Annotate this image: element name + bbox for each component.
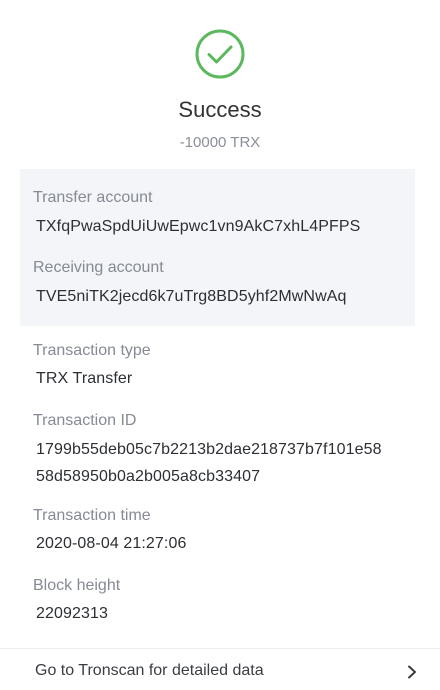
transaction-amount: -10000 TRX [179, 134, 261, 151]
transaction-type-label: Transaction type [33, 342, 151, 359]
transfer-account-label: Transfer account [33, 189, 153, 206]
transaction-time-label: Transaction time [33, 507, 151, 524]
tronscan-link[interactable]: Go to Tronscan for detailed data [0, 649, 440, 690]
transaction-time-value: 2020-08-04 21:27:06 [36, 535, 187, 552]
transaction-id-line-1: 1799b55deb05c7b2213b2dae218737b7f101e58 [36, 441, 382, 458]
chevron-right-icon [408, 665, 416, 679]
transaction-type-value: TRX Transfer [36, 370, 133, 387]
receiving-account-value: TVE5niTK2jecd6k7uTrg8BD5yhf2MwNwAq [36, 288, 347, 305]
transaction-id-line-2: 58d58950b0a2b005a8cb33407 [36, 468, 261, 485]
block-height-label: Block height [33, 577, 121, 594]
tronscan-link-label: Go to Tronscan for detailed data [35, 662, 264, 679]
receiving-account-label: Receiving account [33, 259, 164, 276]
transaction-id-label: Transaction ID [33, 412, 137, 429]
transaction-detail-page: Success -10000 TRX Transfer account TXfq… [0, 0, 440, 690]
transfer-account-value: TXfqPwaSpdUiUwEpwc1vn9AkC7xhL4PFPS [36, 218, 361, 235]
transaction-id-value: 1799b55deb05c7b2213b2dae218737b7f101e58 … [36, 436, 382, 490]
block-height-value: 22092313 [36, 605, 108, 622]
check-circle-icon [195, 29, 245, 79]
status-title: Success [178, 97, 262, 122]
